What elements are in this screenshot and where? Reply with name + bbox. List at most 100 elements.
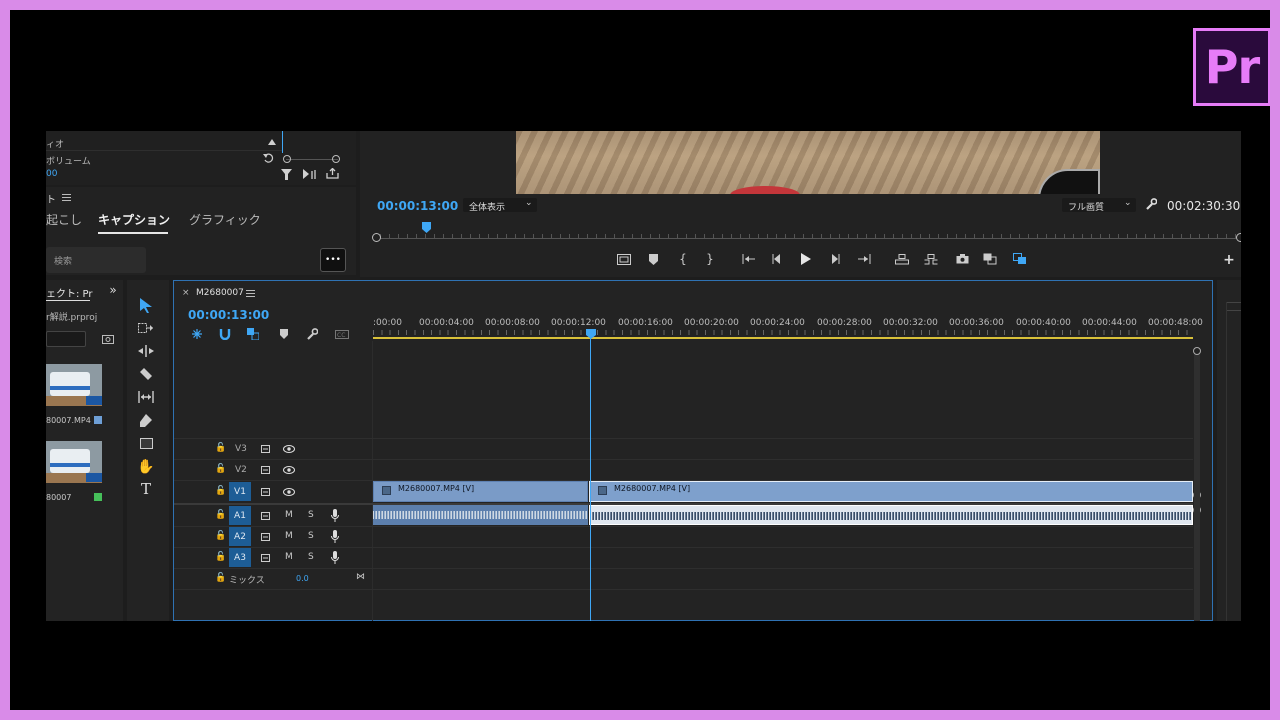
panel-overflow-icon[interactable]: »: [106, 283, 120, 297]
lock-icon[interactable]: 🔓: [215, 486, 226, 496]
clip-color-label[interactable]: [94, 493, 102, 501]
more-options-button[interactable]: •••: [320, 248, 346, 272]
add-marker-icon[interactable]: [646, 252, 660, 266]
work-area-bar[interactable]: [373, 337, 1193, 339]
project-tab[interactable]: ェクト: Pr: [46, 285, 93, 300]
mute-button[interactable]: M: [285, 531, 293, 541]
close-tab-icon[interactable]: ×: [182, 288, 190, 298]
lock-icon[interactable]: 🔓: [215, 573, 226, 583]
tab-transcribe[interactable]: 起こし: [46, 211, 82, 228]
step-forward-icon[interactable]: [828, 252, 842, 266]
video-clip[interactable]: M2680007.MP4 [V]: [373, 481, 588, 502]
track-label-a2[interactable]: A2: [229, 527, 251, 546]
microphone-icon[interactable]: [329, 508, 341, 523]
project-search-input[interactable]: [46, 331, 86, 347]
program-timecode[interactable]: 00:00:13:00: [377, 199, 458, 213]
razor-tool-icon[interactable]: [137, 366, 155, 382]
scrollbar-top-knob[interactable]: [1193, 347, 1201, 355]
video-clip[interactable]: M2680007.MP4 [V]: [589, 481, 1193, 502]
go-to-in-icon[interactable]: [740, 252, 756, 266]
volume-value[interactable]: 00: [46, 169, 57, 179]
solo-button[interactable]: S: [308, 531, 314, 541]
extract-icon[interactable]: [923, 252, 939, 266]
clip-color-label[interactable]: [94, 416, 102, 424]
tab-graphics[interactable]: グラフィック: [189, 211, 261, 228]
timeline-timecode[interactable]: 00:00:13:00: [188, 308, 269, 322]
nest-icon[interactable]: [190, 327, 204, 341]
wrench-icon[interactable]: [1144, 197, 1158, 211]
slip-tool-icon[interactable]: [137, 389, 155, 405]
linked-selection-icon[interactable]: [246, 327, 260, 341]
toggle-sync-icon[interactable]: [260, 486, 272, 498]
type-tool-icon[interactable]: T: [137, 480, 155, 498]
mute-button[interactable]: M: [285, 510, 293, 520]
panel-menu-icon[interactable]: [244, 288, 256, 298]
solo-button[interactable]: S: [308, 552, 314, 562]
lift-icon[interactable]: [894, 252, 910, 266]
play-icon[interactable]: [798, 251, 814, 267]
export-icon[interactable]: [324, 166, 340, 180]
timeline-scrollbar[interactable]: [1194, 351, 1200, 621]
toggle-sync-icon[interactable]: [260, 443, 272, 455]
toggle-sync-icon[interactable]: [260, 531, 272, 543]
monitor-playhead[interactable]: [421, 222, 431, 234]
volume-slider-track[interactable]: [286, 159, 338, 160]
track-label-v1[interactable]: V1: [229, 482, 251, 501]
rectangle-tool-icon[interactable]: [137, 435, 155, 451]
mix-value[interactable]: 0.0: [296, 574, 309, 583]
ripple-edit-tool-icon[interactable]: [137, 343, 155, 359]
go-to-out-icon[interactable]: [856, 252, 872, 266]
tab-captions[interactable]: キャプション: [98, 211, 170, 228]
microphone-icon[interactable]: [329, 550, 341, 565]
lock-icon[interactable]: 🔓: [215, 531, 226, 541]
scrubber-start-knob[interactable]: [372, 233, 381, 242]
volume-slider-right-knob[interactable]: [332, 155, 340, 163]
reset-icon[interactable]: [261, 151, 275, 165]
timeline-playhead[interactable]: [586, 329, 596, 621]
lock-icon[interactable]: 🔓: [215, 510, 226, 520]
timeline-settings-icon[interactable]: [305, 327, 319, 341]
sequence-tab[interactable]: M2680007: [196, 288, 244, 298]
mark-out-icon[interactable]: }: [703, 251, 717, 267]
audio-clip[interactable]: [589, 505, 1193, 525]
track-label-v2[interactable]: V2: [235, 465, 247, 475]
scrubber-end-knob[interactable]: [1236, 233, 1241, 242]
proxy-toggle-icon[interactable]: [1012, 252, 1028, 266]
toggle-sync-icon[interactable]: [260, 552, 272, 564]
lock-icon[interactable]: 🔓: [215, 552, 226, 562]
safe-margins-icon[interactable]: [616, 252, 632, 266]
collapse-up-icon[interactable]: [266, 136, 278, 148]
find-icon[interactable]: [101, 333, 115, 345]
zoom-select[interactable]: 全体表示 ⌄: [463, 198, 537, 213]
track-select-tool-icon[interactable]: [137, 320, 155, 336]
pen-tool-icon[interactable]: [137, 412, 155, 428]
add-button-icon[interactable]: +: [1222, 252, 1236, 268]
track-label-a3[interactable]: A3: [229, 548, 251, 567]
toggle-sync-icon[interactable]: [260, 464, 272, 476]
track-label-v3[interactable]: V3: [235, 444, 247, 454]
quality-select[interactable]: フル画質 ⌄: [1062, 198, 1136, 213]
comparison-view-icon[interactable]: [982, 252, 998, 266]
lock-icon[interactable]: 🔓: [215, 464, 226, 474]
panel-menu-icon[interactable]: [60, 192, 72, 202]
mark-in-icon[interactable]: {: [676, 251, 690, 267]
audio-clip[interactable]: [373, 505, 588, 525]
mix-end-icon[interactable]: ⋈: [356, 572, 365, 582]
play-audio-icon[interactable]: [302, 167, 318, 181]
add-marker-icon[interactable]: [277, 327, 291, 341]
eye-icon[interactable]: [282, 443, 296, 455]
clip-thumbnail[interactable]: [46, 364, 102, 406]
track-label-a1[interactable]: A1: [229, 506, 251, 525]
eye-icon[interactable]: [282, 464, 296, 476]
lock-icon[interactable]: 🔓: [215, 443, 226, 453]
microphone-icon[interactable]: [329, 529, 341, 544]
step-back-icon[interactable]: [770, 252, 784, 266]
selection-tool-icon[interactable]: [137, 296, 155, 314]
snap-icon[interactable]: [218, 327, 232, 341]
eye-icon[interactable]: [282, 486, 296, 498]
filter-icon[interactable]: [279, 167, 293, 181]
solo-button[interactable]: S: [308, 510, 314, 520]
hand-tool-icon[interactable]: ✋: [137, 458, 155, 476]
mute-button[interactable]: M: [285, 552, 293, 562]
toggle-sync-icon[interactable]: [260, 510, 272, 522]
